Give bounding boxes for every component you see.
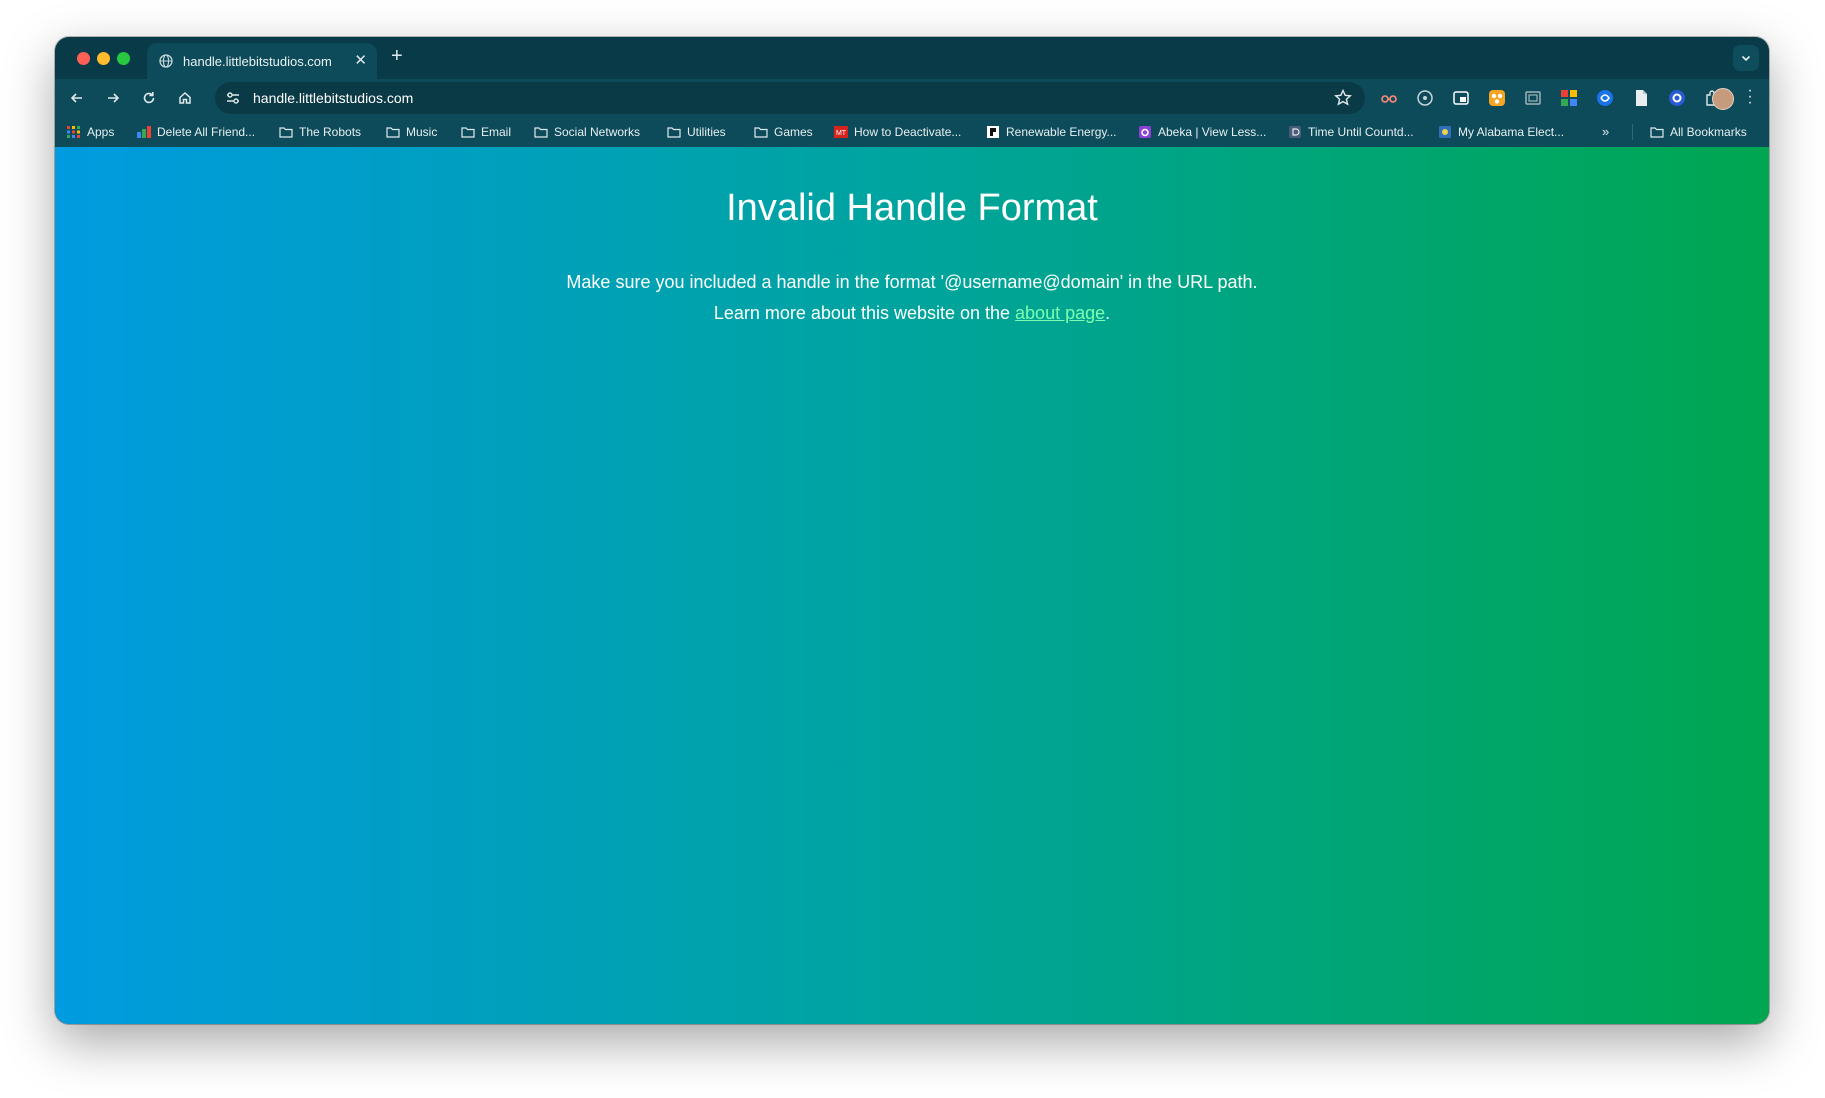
bookmarks-bar: Apps Delete All Friend... The Robots Mus… [55,117,1769,147]
new-tab-button[interactable]: + [391,45,403,68]
bookmark-label: Social Networks [554,125,641,139]
message-line-2-suffix: . [1105,303,1111,323]
back-button[interactable] [65,86,89,110]
profile-avatar[interactable] [1712,88,1734,110]
forward-button[interactable] [101,86,125,110]
reload-button[interactable] [137,86,161,110]
countdown-favicon-icon [1289,126,1301,138]
bookmark-folder-music[interactable]: Music [386,125,437,139]
browser-menu-icon[interactable]: · · · [1747,83,1753,111]
bookmark-abeka[interactable]: Abeka | View Less... [1138,125,1266,139]
bookmark-folder-the-robots[interactable]: The Robots [279,125,361,139]
bookmark-renewable-energy[interactable]: Renewable Energy... [986,125,1117,139]
bookmark-how-to-deactivate[interactable]: MT How to Deactivate... [834,125,961,139]
globe-icon [159,54,173,68]
close-window-button[interactable] [77,52,90,65]
bookmark-folder-utilities[interactable]: Utilities [667,125,726,139]
back-arrow-icon [70,93,82,103]
folder-icon [1650,127,1664,138]
bookmark-folder-email[interactable]: Email [461,125,511,139]
picture-in-picture-extension-icon[interactable] [1452,89,1470,107]
about-page-link[interactable]: about page [1015,303,1105,323]
folder-icon [754,127,768,138]
apps-grid-icon [67,126,80,138]
folder-icon [461,127,475,138]
tab-title: handle.littlebitstudios.com [183,53,332,69]
alabama-favicon-icon [1439,126,1451,138]
bookmark-label: Abeka | View Less... [1158,125,1267,139]
toolbar: handle.littlebitstudios.com · · · [55,79,1769,117]
bookmark-label: The Robots [299,125,362,139]
folder-icon [534,127,548,138]
bookmark-label: How to Deactivate... [854,125,962,139]
reload-icon [143,92,155,104]
bookmark-apps[interactable]: Apps [67,125,114,139]
blue-dot-extension-icon[interactable] [1668,89,1686,107]
web-page: Invalid Handle Format Make sure you incl… [55,147,1769,1024]
more-bookmarks-chevron-icon[interactable]: » [1602,124,1609,139]
message-line-1: Make sure you included a handle in the f… [566,272,1258,292]
bookmark-label: My Alabama Elect... [1458,125,1565,139]
tab-active[interactable]: handle.littlebitstudios.com ✕ [147,43,377,79]
url-text[interactable]: handle.littlebitstudios.com [253,90,413,106]
svg-text:MT: MT [836,130,847,137]
bookmark-label: Time Until Countd... [1308,125,1414,139]
minimize-window-button[interactable] [97,52,110,65]
bookmark-label: All Bookmarks [1670,125,1747,139]
mt-favicon-icon: MT [834,126,848,138]
renewable-favicon-icon [987,126,999,138]
bookmark-label: Email [481,125,512,139]
colorful-extension-icon[interactable] [1560,89,1578,107]
forward-arrow-icon [108,93,120,103]
glasses-extension-icon[interactable] [1380,89,1398,107]
bookmark-label: Utilities [687,125,726,139]
page-message: Make sure you included a handle in the f… [55,267,1769,329]
address-bar[interactable]: handle.littlebitstudios.com [215,82,1365,114]
message-line-2: Learn more about this website on the abo… [55,298,1769,329]
home-icon [179,91,191,104]
bookmark-label: Apps [87,125,115,139]
message-line-2-prefix: Learn more about this website on the [713,303,1016,323]
bookmark-folder-social-networks[interactable]: Social Networks [534,125,640,139]
tab-close-icon[interactable]: ✕ [354,51,367,69]
bookmark-all-bookmarks[interactable]: All Bookmarks [1650,125,1747,139]
bookmark-my-alabama-elect[interactable]: My Alabama Elect... [1438,125,1564,139]
bookmarks-divider [1632,124,1633,140]
bookmark-folder-games[interactable]: Games [754,125,813,139]
page-title: Invalid Handle Format [726,187,1098,229]
bookmark-label: Music [406,125,438,139]
browser-window: handle.littlebitstudios.com ✕ + handle.l… [55,37,1769,1024]
bookmark-time-until-countdown[interactable]: Time Until Countd... [1288,125,1414,139]
blue-swirl-extension-icon[interactable] [1596,89,1614,107]
bookmark-label: Games [774,125,813,139]
orange-extension-icon[interactable] [1488,89,1506,107]
screenshot-extension-icon[interactable] [1524,89,1542,107]
bookmark-label: Renewable Energy... [1006,125,1117,139]
bookmark-delete-all-friends[interactable]: Delete All Friend... [137,125,255,139]
bookmark-star-icon[interactable] [1333,88,1353,108]
folder-icon [279,127,293,138]
chevron-down-icon [1741,55,1751,62]
abeka-favicon-icon [1139,126,1151,138]
document-extension-icon[interactable] [1632,89,1650,107]
home-button[interactable] [173,86,197,110]
folder-icon [667,127,681,138]
bookmark-label: Delete All Friend... [157,125,256,139]
colorful-bookmark-icon [137,126,151,138]
folder-icon [386,127,400,138]
tab-search-button[interactable] [1733,45,1759,71]
target-extension-icon[interactable] [1416,89,1434,107]
site-settings-icon[interactable] [225,90,241,106]
tab-strip: handle.littlebitstudios.com ✕ + [55,37,1769,79]
zoom-window-button[interactable] [117,52,130,65]
